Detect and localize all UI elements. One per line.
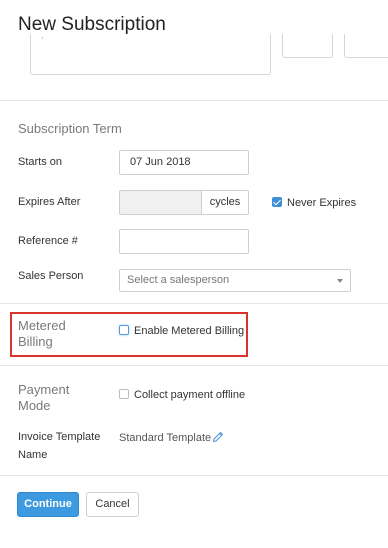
chevron-down-icon	[337, 279, 343, 283]
section-divider	[0, 475, 388, 476]
payment-mode-title-line1: Payment	[18, 382, 70, 397]
starts-on-label: Starts on	[18, 156, 63, 168]
cancel-button[interactable]: Cancel	[86, 492, 139, 517]
subscription-term-title: Subscription Term	[18, 121, 122, 136]
payment-mode-title-line2: Mode	[18, 398, 51, 413]
collect-payment-offline-label: Collect payment offline	[134, 389, 246, 401]
enable-metered-billing-label: Enable Metered Billing	[134, 325, 245, 337]
notes-textarea[interactable]: ,	[30, 34, 271, 75]
sales-person-select[interactable]: Select a salesperson	[119, 269, 351, 292]
enable-metered-billing-checkbox[interactable]	[119, 325, 129, 335]
never-expires-label: Never Expires	[287, 197, 357, 209]
section-divider	[0, 365, 388, 366]
cycles-addon: cycles	[201, 190, 249, 215]
expires-after-input[interactable]	[119, 190, 201, 215]
metered-billing-title: Metered Billing	[18, 318, 66, 350]
reference-input[interactable]	[119, 229, 249, 254]
collect-payment-offline-checkbox[interactable]	[119, 389, 129, 399]
starts-on-input[interactable]: 07 Jun 2018	[119, 150, 249, 175]
payment-mode-title: Payment Mode	[18, 382, 69, 414]
metered-billing-title-line1: Metered	[18, 318, 66, 333]
section-divider	[0, 303, 388, 304]
reference-label: Reference #	[18, 235, 78, 247]
invoice-template-label: Invoice Template Name	[18, 430, 101, 461]
sales-person-placeholder: Select a salesperson	[127, 274, 230, 286]
invoice-template-value: Standard Template	[119, 432, 212, 444]
pencil-icon[interactable]	[212, 431, 224, 443]
top-action-button-1[interactable]	[282, 34, 333, 58]
section-divider	[0, 100, 388, 101]
expires-after-label: Expires After	[18, 196, 81, 208]
invoice-template-label-line2: Name	[18, 449, 48, 461]
notes-text: ,	[41, 34, 45, 41]
metered-billing-title-line2: Billing	[18, 334, 53, 349]
sales-person-label: Sales Person	[18, 270, 84, 282]
top-action-button-2[interactable]	[344, 34, 388, 58]
page-title: New Subscription	[18, 14, 166, 35]
expires-after-group: cycles	[119, 190, 249, 215]
continue-button[interactable]: Continue	[17, 492, 79, 517]
invoice-template-label-line1: Invoice Template	[18, 431, 101, 443]
never-expires-checkbox[interactable]	[272, 197, 282, 207]
